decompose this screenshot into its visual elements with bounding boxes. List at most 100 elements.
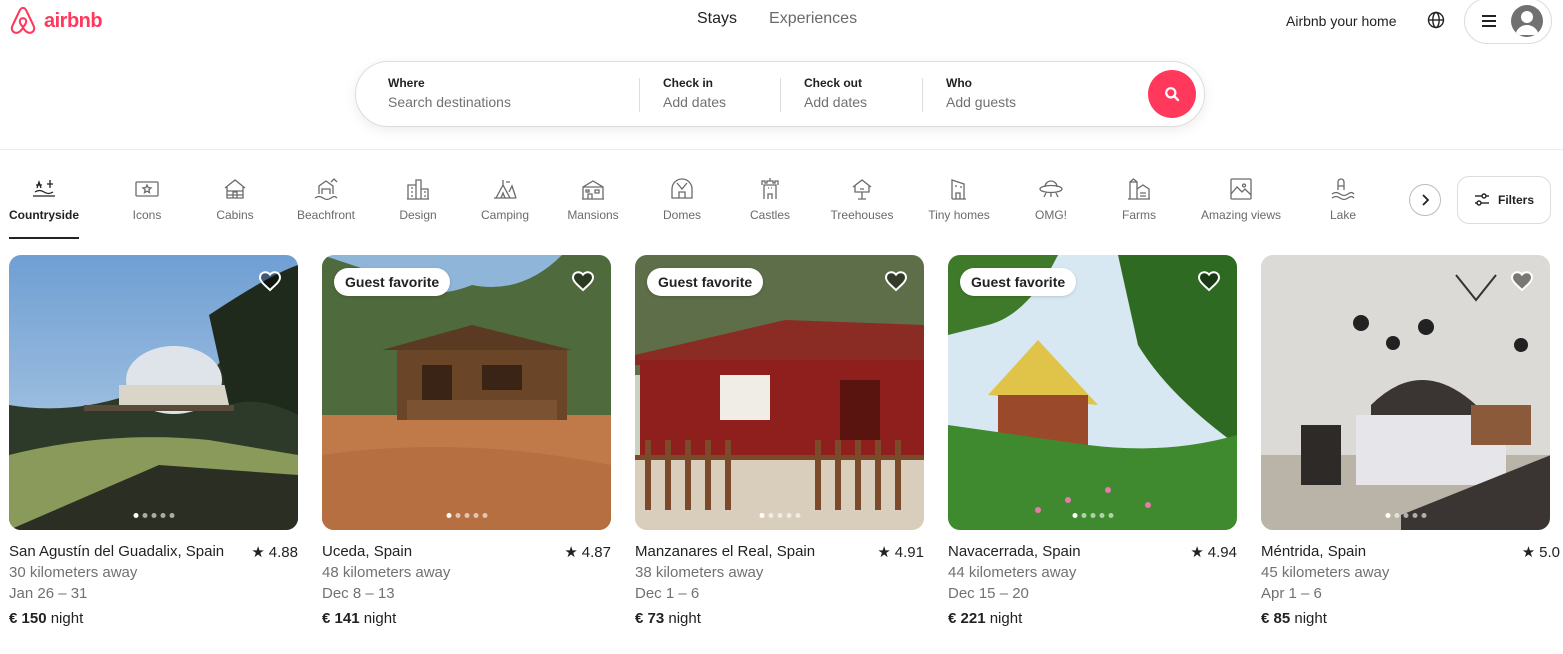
category-tiny-homes[interactable]: Tiny homes bbox=[924, 176, 994, 222]
category-label: Camping bbox=[480, 208, 530, 222]
listing-rating: ★ 4.88 bbox=[251, 543, 298, 562]
category-countryside[interactable]: Countryside bbox=[9, 176, 79, 222]
category-amazing-views[interactable]: Amazing views bbox=[1196, 176, 1286, 222]
category-label: OMG! bbox=[1035, 208, 1067, 222]
beachfront-icon bbox=[314, 178, 338, 201]
tab-experiences[interactable]: Experiences bbox=[769, 10, 857, 28]
heart-icon[interactable] bbox=[1197, 269, 1221, 293]
listing-price: € 73 night bbox=[635, 610, 924, 627]
heart-icon[interactable] bbox=[258, 269, 282, 293]
listing-card[interactable]: Guest favorite Uceda, Spain ★ 4.87 48 kil… bbox=[322, 255, 611, 627]
tab-stays[interactable]: Stays bbox=[697, 10, 737, 28]
category-label: Domes bbox=[662, 208, 701, 222]
listing-photo-image bbox=[1261, 255, 1550, 530]
listing-photo[interactable]: Guest favorite bbox=[322, 255, 611, 530]
user-menu-button[interactable] bbox=[1464, 0, 1552, 44]
listing-rating: ★ 4.91 bbox=[877, 543, 924, 562]
rating-value: 4.88 bbox=[268, 543, 298, 561]
listing-card[interactable]: Guest favorite Navacerrada, Spain ★ 4.94 … bbox=[948, 255, 1237, 627]
guest-favorite-badge: Guest favorite bbox=[647, 268, 764, 296]
guest-favorite-badge: Guest favorite bbox=[334, 268, 451, 296]
price-unit: night bbox=[668, 610, 701, 627]
check-out-placeholder: Add dates bbox=[804, 94, 868, 110]
design-icon bbox=[407, 179, 429, 200]
listing-card[interactable]: Guest favorite Manzanares el Real, Spain… bbox=[635, 255, 924, 627]
cabin-icon bbox=[224, 179, 246, 199]
category-cabins[interactable]: Cabins bbox=[210, 176, 260, 222]
listing-photo-image bbox=[322, 255, 611, 530]
listing-card[interactable]: Méntrida, Spain ★ 5.0 45 kilometers away … bbox=[1261, 255, 1560, 627]
listing-distance: 45 kilometers away bbox=[1261, 564, 1390, 581]
listing-rating: ★ 4.94 bbox=[1190, 543, 1237, 562]
listing-photo[interactable] bbox=[1261, 255, 1550, 530]
category-label: Farms bbox=[1122, 208, 1156, 222]
category-mansions[interactable]: Mansions bbox=[563, 176, 623, 222]
check-in-field[interactable]: Check in Add dates bbox=[663, 76, 773, 110]
category-omg[interactable]: OMG! bbox=[1026, 176, 1076, 222]
check-out-field[interactable]: Check out Add dates bbox=[804, 76, 914, 110]
category-camping[interactable]: Camping bbox=[475, 176, 535, 222]
user-avatar-icon bbox=[1515, 11, 1539, 35]
category-icons[interactable]: Icons bbox=[122, 176, 172, 222]
airbnb-logo[interactable]: airbnb bbox=[8, 4, 103, 38]
who-placeholder: Add guests bbox=[946, 94, 1017, 110]
search-button[interactable] bbox=[1148, 70, 1196, 118]
divider bbox=[922, 78, 923, 112]
listing-location: Méntrida, Spain bbox=[1261, 543, 1367, 560]
where-placeholder: Search destinations bbox=[388, 94, 511, 110]
listing-price: € 221 night bbox=[948, 610, 1237, 627]
avatar bbox=[1511, 5, 1543, 37]
listing-price: € 150 night bbox=[9, 610, 298, 627]
rating-value: 4.94 bbox=[1207, 543, 1237, 561]
price-unit: night bbox=[363, 610, 397, 627]
globe-icon[interactable] bbox=[1427, 11, 1445, 29]
category-design[interactable]: Design bbox=[393, 176, 443, 222]
dome-icon bbox=[671, 178, 693, 199]
heart-icon[interactable] bbox=[571, 269, 595, 293]
active-category-indicator bbox=[9, 237, 79, 239]
listing-photo[interactable] bbox=[9, 255, 298, 530]
icons-icon bbox=[135, 181, 159, 197]
heart-icon[interactable] bbox=[1510, 269, 1534, 293]
search-bar: Where Search destinations Check in Add d… bbox=[355, 61, 1205, 127]
airbnb-your-home-link[interactable]: Airbnb your home bbox=[1286, 13, 1397, 29]
category-beachfront[interactable]: Beachfront bbox=[291, 176, 361, 222]
category-castles[interactable]: Castles bbox=[745, 176, 795, 222]
where-label: Where bbox=[388, 76, 425, 90]
category-lake[interactable]: Lake bbox=[1318, 176, 1368, 222]
tiny-home-icon bbox=[951, 179, 966, 200]
filters-label: Filters bbox=[1497, 193, 1534, 207]
listing-photo[interactable]: Guest favorite bbox=[948, 255, 1237, 530]
listing-price: € 141 night bbox=[322, 610, 611, 627]
where-field[interactable]: Where Search destinations bbox=[388, 76, 628, 110]
carousel-dots bbox=[1072, 513, 1113, 518]
rating-value: 4.87 bbox=[581, 543, 611, 561]
category-label: Lake bbox=[1329, 208, 1357, 222]
mode-tabs: Stays Experiences bbox=[697, 10, 857, 28]
listing-distance: 44 kilometers away bbox=[948, 564, 1077, 581]
category-treehouses[interactable]: Treehouses bbox=[827, 176, 897, 222]
lake-icon bbox=[1331, 178, 1355, 201]
price-value: € 221 bbox=[948, 610, 986, 627]
who-field[interactable]: Who Add guests bbox=[946, 76, 1136, 110]
filters-button[interactable]: Filters bbox=[1457, 176, 1551, 224]
listing-info: Navacerrada, Spain ★ 4.94 44 kilometers a… bbox=[948, 543, 1237, 627]
category-next-button[interactable] bbox=[1409, 184, 1441, 216]
heart-icon[interactable] bbox=[884, 269, 908, 293]
header: airbnb Stays Experiences Airbnb your hom… bbox=[0, 0, 1563, 150]
listing-photo[interactable]: Guest favorite bbox=[635, 255, 924, 530]
category-label: Icons bbox=[132, 208, 162, 222]
star-icon: ★ bbox=[877, 544, 891, 561]
star-icon: ★ bbox=[1521, 544, 1536, 561]
camping-icon bbox=[494, 180, 517, 199]
category-domes[interactable]: Domes bbox=[657, 176, 707, 222]
check-out-label: Check out bbox=[804, 76, 863, 90]
listing-card[interactable]: San Agustín del Guadalix, Spain ★ 4.88 30… bbox=[9, 255, 298, 627]
listing-price: € 85 night bbox=[1261, 610, 1550, 627]
listing-info: Uceda, Spain ★ 4.87 48 kilometers away De… bbox=[322, 543, 611, 627]
price-value: € 85 bbox=[1261, 610, 1291, 627]
listing-info: Manzanares el Real, Spain ★ 4.91 38 kilom… bbox=[635, 543, 924, 627]
category-farms[interactable]: Farms bbox=[1114, 176, 1164, 222]
category-label: Castles bbox=[749, 208, 790, 222]
check-in-placeholder: Add dates bbox=[663, 94, 727, 110]
